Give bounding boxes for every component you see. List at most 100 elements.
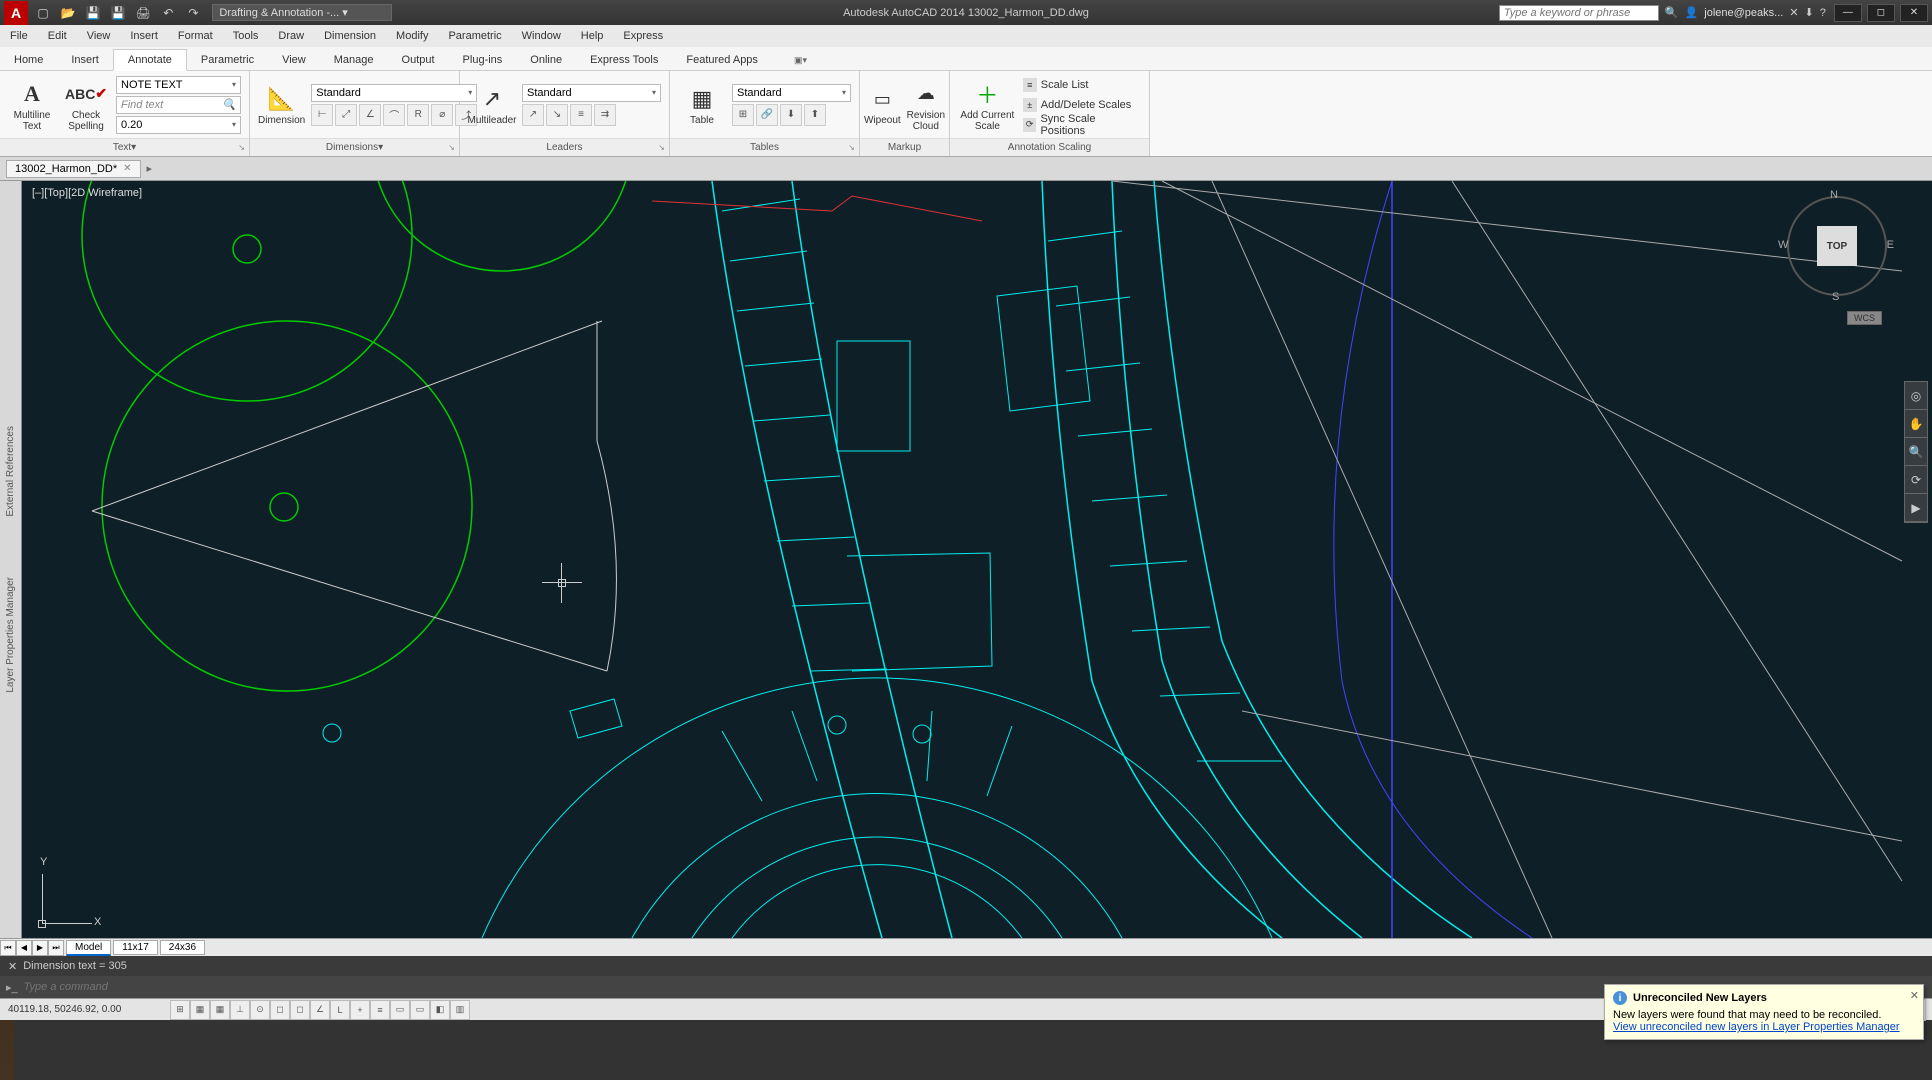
tab-view[interactable]: View xyxy=(268,50,320,70)
coordinates-display[interactable]: 40119.18, 50246.92, 0.00 xyxy=(0,1004,170,1015)
tab-annotate[interactable]: Annotate xyxy=(113,49,187,71)
dim-diameter-icon[interactable]: ⌀ xyxy=(431,104,453,126)
tab-featuredapps[interactable]: Featured Apps xyxy=(672,50,772,70)
qat-open-icon[interactable]: 📂 xyxy=(58,3,78,23)
otrack-icon[interactable]: ∠ xyxy=(310,1000,330,1020)
search-input[interactable] xyxy=(1499,5,1659,21)
app-logo[interactable]: A xyxy=(4,1,28,25)
infer-constraints-icon[interactable]: ⊞ xyxy=(170,1000,190,1020)
stayconnected-icon[interactable]: ⬇ xyxy=(1805,6,1814,19)
table-download-icon[interactable]: ⬇ xyxy=(780,104,802,126)
workspace-dropdown[interactable]: Drafting & Annotation -... ▾ xyxy=(212,4,392,21)
balloon-link[interactable]: View unreconciled new layers in Layer Pr… xyxy=(1613,1021,1915,1033)
am-icon[interactable]: ▥ xyxy=(450,1000,470,1020)
menu-express[interactable]: Express xyxy=(613,27,673,45)
search-icon[interactable]: 🔍 xyxy=(1665,6,1679,19)
leader-collect-icon[interactable]: ⇉ xyxy=(594,104,616,126)
multiline-text-button[interactable]: A Multiline Text xyxy=(8,78,56,132)
multileader-button[interactable]: ↗ Multileader xyxy=(468,83,516,126)
menu-parametric[interactable]: Parametric xyxy=(438,27,511,45)
signin-icon[interactable]: 👤 xyxy=(1685,6,1699,19)
leader-add-icon[interactable]: ↗ xyxy=(522,104,544,126)
nav-zoom-icon[interactable]: 🔍 xyxy=(1905,438,1927,466)
qat-save-icon[interactable]: 💾 xyxy=(83,3,103,23)
maximize-button[interactable]: ◻ xyxy=(1867,4,1895,22)
dim-aligned-icon[interactable]: ⤢ xyxy=(335,104,357,126)
menu-view[interactable]: View xyxy=(77,27,121,45)
add-current-scale-button[interactable]: ＋ Add Current Scale xyxy=(958,78,1017,132)
dim-angular-icon[interactable]: ∠ xyxy=(359,104,381,126)
dim-linear-icon[interactable]: ⊢ xyxy=(311,104,333,126)
ducs-icon[interactable]: L xyxy=(330,1000,350,1020)
dyn-icon[interactable]: + xyxy=(350,1000,370,1020)
nav-wheel-icon[interactable]: ◎ xyxy=(1905,382,1927,410)
menu-file[interactable]: File xyxy=(0,27,38,45)
close-button[interactable]: ✕ xyxy=(1900,4,1928,22)
new-tab-icon[interactable]: ▸ xyxy=(147,162,153,175)
tab-manage[interactable]: Manage xyxy=(320,50,388,70)
menu-edit[interactable]: Edit xyxy=(38,27,77,45)
leader-remove-icon[interactable]: ↘ xyxy=(546,104,568,126)
compass-s[interactable]: S xyxy=(1832,291,1839,303)
qat-print-icon[interactable]: 🖨 xyxy=(133,3,153,23)
viewcube-top-face[interactable]: TOP xyxy=(1817,226,1857,266)
view-cube[interactable]: TOP N S E W xyxy=(1782,191,1892,301)
help-icon[interactable]: ? xyxy=(1820,7,1826,19)
qat-saveas-icon[interactable]: 💾 xyxy=(108,3,128,23)
qat-redo-icon[interactable]: ↷ xyxy=(183,3,203,23)
compass-n[interactable]: N xyxy=(1830,189,1838,201)
command-chevron-icon[interactable]: ▸_ xyxy=(6,981,18,994)
exchange-icon[interactable]: ✕ xyxy=(1789,6,1798,19)
ribbon-minimize-icon[interactable]: ▣▾ xyxy=(780,51,821,70)
find-text-input[interactable]: Find text🔍 xyxy=(116,96,241,114)
leader-align-icon[interactable]: ≡ xyxy=(570,104,592,126)
panel-text-title[interactable]: Text ▾↘ xyxy=(0,138,249,156)
user-label[interactable]: jolene@peaks... xyxy=(1704,7,1783,19)
osnap-icon[interactable]: ◻ xyxy=(270,1000,290,1020)
tab-online[interactable]: Online xyxy=(516,50,576,70)
layout-first-icon[interactable]: ⏮ xyxy=(0,940,16,956)
search-icon[interactable]: 🔍 xyxy=(222,98,236,111)
text-height-dropdown[interactable]: 0.20▾ xyxy=(116,116,241,134)
text-style-dropdown[interactable]: NOTE TEXT▾ xyxy=(116,76,241,94)
dimension-button[interactable]: 📐 Dimension xyxy=(258,83,305,126)
compass-e[interactable]: E xyxy=(1887,239,1894,251)
add-delete-scales-button[interactable]: ±Add/Delete Scales xyxy=(1023,96,1141,114)
panel-leaders-title[interactable]: Leaders↘ xyxy=(460,138,669,156)
lwt-icon[interactable]: ≡ xyxy=(370,1000,390,1020)
tab-plugins[interactable]: Plug-ins xyxy=(449,50,517,70)
ucs-icon[interactable]: X Y xyxy=(42,864,102,924)
tab-insert[interactable]: Insert xyxy=(57,50,113,70)
layout-last-icon[interactable]: ⏭ xyxy=(48,940,64,956)
table-extract-icon[interactable]: ⊞ xyxy=(732,104,754,126)
viewport-label[interactable]: [–][Top][2D Wireframe] xyxy=(32,187,142,199)
revision-cloud-button[interactable]: ☁ Revision Cloud xyxy=(907,78,945,132)
dim-arc-icon[interactable]: ⌒ xyxy=(383,104,405,126)
close-tab-icon[interactable]: ✕ xyxy=(123,163,131,174)
snap-icon[interactable]: ▦ xyxy=(190,1000,210,1020)
layout-model[interactable]: Model xyxy=(66,940,111,956)
tab-home[interactable]: Home xyxy=(0,50,57,70)
table-button[interactable]: ▦ Table xyxy=(678,83,726,126)
menu-format[interactable]: Format xyxy=(168,27,223,45)
qat-undo-icon[interactable]: ↶ xyxy=(158,3,178,23)
compass-w[interactable]: W xyxy=(1778,239,1788,251)
scale-list-button[interactable]: ≡Scale List xyxy=(1023,76,1141,94)
layer-properties-panel[interactable]: Layer Properties Manager xyxy=(5,547,16,723)
file-tab[interactable]: 13002_Harmon_DD* ✕ xyxy=(6,160,141,178)
nav-pan-icon[interactable]: ✋ xyxy=(1905,410,1927,438)
wcs-badge[interactable]: WCS xyxy=(1847,311,1882,325)
menu-window[interactable]: Window xyxy=(512,27,571,45)
qat-new-icon[interactable]: ▢ xyxy=(33,3,53,23)
layout-24x36[interactable]: 24x36 xyxy=(160,940,205,955)
layout-prev-icon[interactable]: ◀ xyxy=(16,940,32,956)
check-spelling-button[interactable]: ABC✔ Check Spelling xyxy=(62,78,110,132)
tab-output[interactable]: Output xyxy=(388,50,449,70)
menu-draw[interactable]: Draw xyxy=(268,27,314,45)
layout-11x17[interactable]: 11x17 xyxy=(113,940,158,955)
menu-tools[interactable]: Tools xyxy=(223,27,269,45)
grid-icon[interactable]: ▦ xyxy=(210,1000,230,1020)
ortho-icon[interactable]: ⊥ xyxy=(230,1000,250,1020)
tpy-icon[interactable]: ▭ xyxy=(390,1000,410,1020)
table-style-dropdown[interactable]: Standard▾ xyxy=(732,84,851,102)
